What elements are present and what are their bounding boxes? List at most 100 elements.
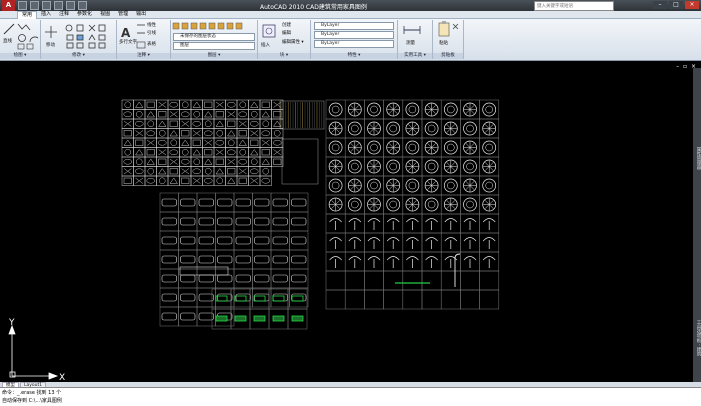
plant-symbol-inner (485, 181, 493, 190)
tab-manage[interactable]: 管理 (114, 11, 132, 18)
leader-command[interactable]: 引线 (147, 30, 156, 36)
minimize-button[interactable]: – (653, 1, 667, 9)
drawing-area[interactable]: – ▫ × Y X (0, 61, 701, 386)
clipboard-panel-title[interactable]: 剪贴板 (433, 53, 463, 59)
linear-dim-command[interactable]: 线性 (147, 22, 156, 28)
plant-spoke (331, 162, 336, 167)
save-icon[interactable] (42, 1, 51, 10)
layer-dropdown[interactable]: 图层 (173, 42, 255, 50)
vehicle-symbol (198, 255, 214, 264)
furniture-cell (202, 147, 215, 158)
furniture-cell (144, 147, 157, 158)
command-prompt-line[interactable]: 自动保存到 C:\...\家具图例 (2, 397, 62, 404)
lineweight-dropdown[interactable]: ByLayer (314, 40, 394, 48)
open-icon[interactable] (30, 1, 39, 10)
create-block-command[interactable]: 创建 (282, 22, 291, 28)
layer-tools-icon[interactable] (171, 20, 257, 32)
undo-icon[interactable] (54, 1, 63, 10)
tab-output[interactable]: 输出 (132, 11, 150, 18)
tab-parametric[interactable]: 参数化 (73, 11, 96, 18)
layer-state-dropdown[interactable]: 未保存的图层状态 (173, 33, 255, 41)
new-icon[interactable] (18, 1, 27, 10)
furniture-symbol (204, 101, 213, 108)
furniture-cell (144, 156, 157, 167)
furniture-cell (213, 175, 226, 186)
properties-panel-title[interactable]: 特性 ▾ (311, 53, 397, 59)
vehicle-symbol (254, 198, 270, 207)
furniture-symbol (192, 101, 201, 108)
insert-command[interactable]: 插入 (261, 42, 270, 48)
measure-command[interactable]: 测量 (406, 40, 415, 46)
vehicle-symbol (254, 293, 270, 302)
edit-block-command[interactable]: 编辑 (282, 30, 291, 36)
plant-spoke (484, 204, 490, 209)
furniture-cell (259, 147, 272, 158)
tree-elevation-symbol (367, 256, 381, 268)
command-line[interactable]: 命令：_.erase 找到 13 个 自动保存到 C:\...\家具图例 (0, 387, 701, 406)
move-command[interactable]: 移动 (46, 42, 55, 48)
search-input[interactable] (535, 2, 613, 11)
line-command[interactable]: 直线 (3, 38, 12, 44)
draw-panel-title[interactable]: 绘图 ▾ (0, 53, 40, 59)
block-panel-title[interactable]: 块 ▾ (258, 53, 310, 59)
search-box[interactable] (534, 1, 614, 11)
tree-elevation-symbol (463, 256, 477, 268)
edit-attributes-command[interactable]: 编辑属性 ▾ (282, 39, 304, 45)
utilities-panel-title[interactable]: 实用工具 ▾ (398, 53, 432, 59)
plant-symbol (386, 159, 401, 174)
tab-insert[interactable]: 插入 (37, 11, 55, 18)
redo-icon[interactable] (66, 1, 75, 10)
paste-command[interactable]: 粘贴 (439, 40, 448, 46)
plant-symbol (405, 102, 420, 117)
vehicle-symbol (235, 293, 251, 302)
furniture-symbol (227, 102, 236, 108)
plant-cell (344, 289, 365, 310)
tab-view[interactable]: 视图 (96, 11, 114, 18)
vehicle-cell (233, 268, 253, 289)
furniture-symbol (146, 178, 155, 184)
tool-palette-label[interactable]: 工具选项板 - 建筑 (693, 298, 701, 378)
annotation-panel-title[interactable]: 注释 ▾ (117, 53, 170, 59)
layers-panel-title[interactable]: 图层 ▾ (171, 53, 257, 59)
furniture-symbol (158, 111, 167, 118)
plant-spoke (373, 204, 379, 209)
plant-spoke (373, 162, 379, 167)
maximize-button[interactable]: □ (669, 1, 683, 9)
draw-tools-icon[interactable] (0, 20, 40, 52)
tab-home[interactable]: 常用 (17, 11, 38, 19)
furniture-cell (202, 118, 215, 129)
plant-cell (479, 289, 500, 310)
furniture-symbol (261, 130, 270, 136)
insert-block-icon[interactable] (261, 23, 279, 41)
paste-icon[interactable] (433, 20, 463, 40)
properties-palette-label[interactable]: 属性管理器 (693, 128, 701, 188)
plant-cell (421, 270, 442, 291)
furniture-cell (259, 118, 272, 129)
furniture-symbol (205, 120, 212, 127)
furniture-cell (236, 128, 249, 139)
measure-icon[interactable] (398, 20, 432, 40)
table-command[interactable]: 表格 (147, 41, 156, 47)
linetype-dropdown[interactable]: ByLayer (314, 31, 394, 39)
tool-palette-strip[interactable]: 属性管理器 工具选项板 - 建筑 (693, 68, 701, 388)
furniture-cell (202, 166, 215, 177)
furniture-cell (271, 156, 284, 167)
vehicle-symbol (291, 217, 307, 226)
close-button[interactable]: × (685, 1, 699, 9)
vehicle-symbol (161, 293, 177, 302)
vehicle-symbol (272, 236, 288, 245)
application-menu-button[interactable]: A (2, 0, 15, 11)
vehicle-cell (270, 230, 290, 251)
plant-symbol (405, 178, 420, 193)
modify-panel-title[interactable]: 修改 ▾ (41, 53, 116, 59)
plant-spoke (369, 200, 375, 205)
furniture-symbol (273, 140, 282, 146)
plant-symbol (463, 121, 477, 136)
furniture-symbol (123, 159, 132, 165)
cad-drawing-canvas[interactable]: Y X (0, 61, 701, 386)
vehicle-cell (196, 306, 216, 327)
color-dropdown[interactable]: ByLayer (314, 22, 394, 30)
plot-icon[interactable] (78, 1, 87, 10)
tab-annotate[interactable]: 注释 (55, 11, 73, 18)
mtext-command[interactable]: 多行文字 (119, 39, 137, 45)
